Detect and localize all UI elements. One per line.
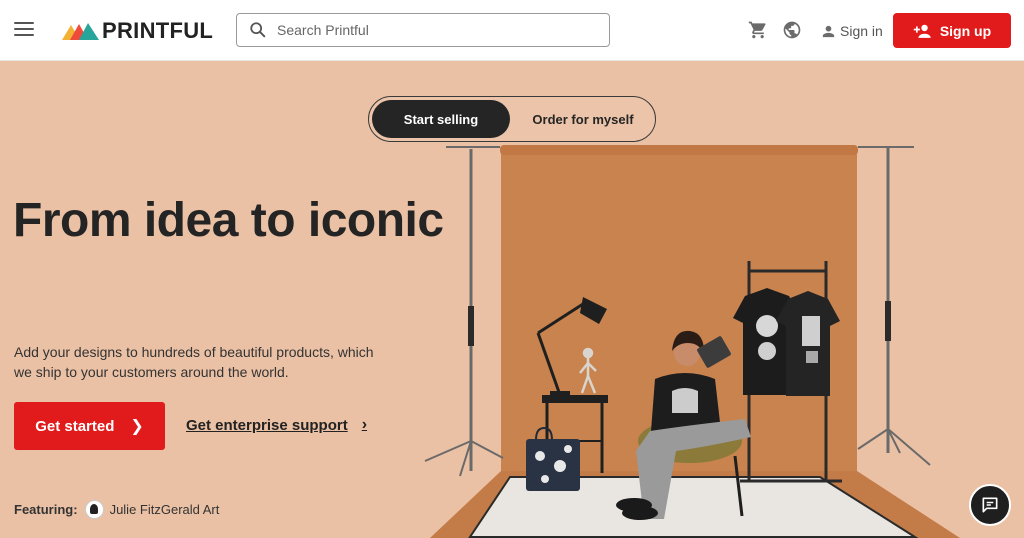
user-plus-icon <box>913 24 931 38</box>
globe-icon[interactable] <box>782 20 802 40</box>
tab-start-selling[interactable]: Start selling <box>372 100 510 138</box>
cart-icon[interactable] <box>748 20 768 40</box>
get-started-label: Get started <box>35 417 115 435</box>
enterprise-support-link[interactable]: Get enterprise support › <box>186 416 367 434</box>
featuring-credit: Featuring: Julie FitzGerald Art <box>14 499 219 519</box>
printful-logo[interactable]: PRINTFUL <box>62 18 214 43</box>
chevron-right-icon: › <box>361 416 368 433</box>
sign-up-label: Sign up <box>939 22 992 39</box>
audience-toggle: Start selling Order for myself <box>368 96 656 142</box>
right-light-stand <box>857 146 931 466</box>
enterprise-support-label: Get enterprise support <box>186 416 348 434</box>
logo-text: PRINTFUL <box>102 18 214 43</box>
user-icon <box>822 25 835 37</box>
menu-icon[interactable] <box>14 22 34 38</box>
chat-button[interactable] <box>969 484 1011 526</box>
sign-in-label: Sign in <box>840 23 883 39</box>
logo-mark-icon <box>62 23 99 40</box>
search-icon <box>250 22 266 38</box>
chevron-right-icon: ❯ <box>130 418 144 435</box>
tab-order-for-myself[interactable]: Order for myself <box>514 100 652 138</box>
search-box[interactable] <box>236 13 610 47</box>
artist-avatar <box>84 499 104 519</box>
hanging-shirts <box>733 288 840 396</box>
search-input[interactable] <box>277 22 577 38</box>
sign-in-link[interactable]: Sign in <box>820 20 883 42</box>
hero-section: Start selling Order for myself From idea… <box>0 61 1024 538</box>
get-started-button[interactable]: Get started ❯ <box>14 402 165 450</box>
featuring-label: Featuring: <box>14 501 78 517</box>
featuring-artist-name[interactable]: Julie FitzGerald Art <box>110 502 220 517</box>
top-header: PRINTFUL Sign in Sign up <box>0 0 1024 61</box>
chat-icon <box>982 497 998 513</box>
backdrop-roll <box>500 145 858 155</box>
sign-up-button[interactable]: Sign up <box>893 13 1011 48</box>
hero-subtext: Add your designs to hundreds of beautifu… <box>14 344 374 380</box>
hero-headline: From idea to iconic <box>13 194 444 247</box>
